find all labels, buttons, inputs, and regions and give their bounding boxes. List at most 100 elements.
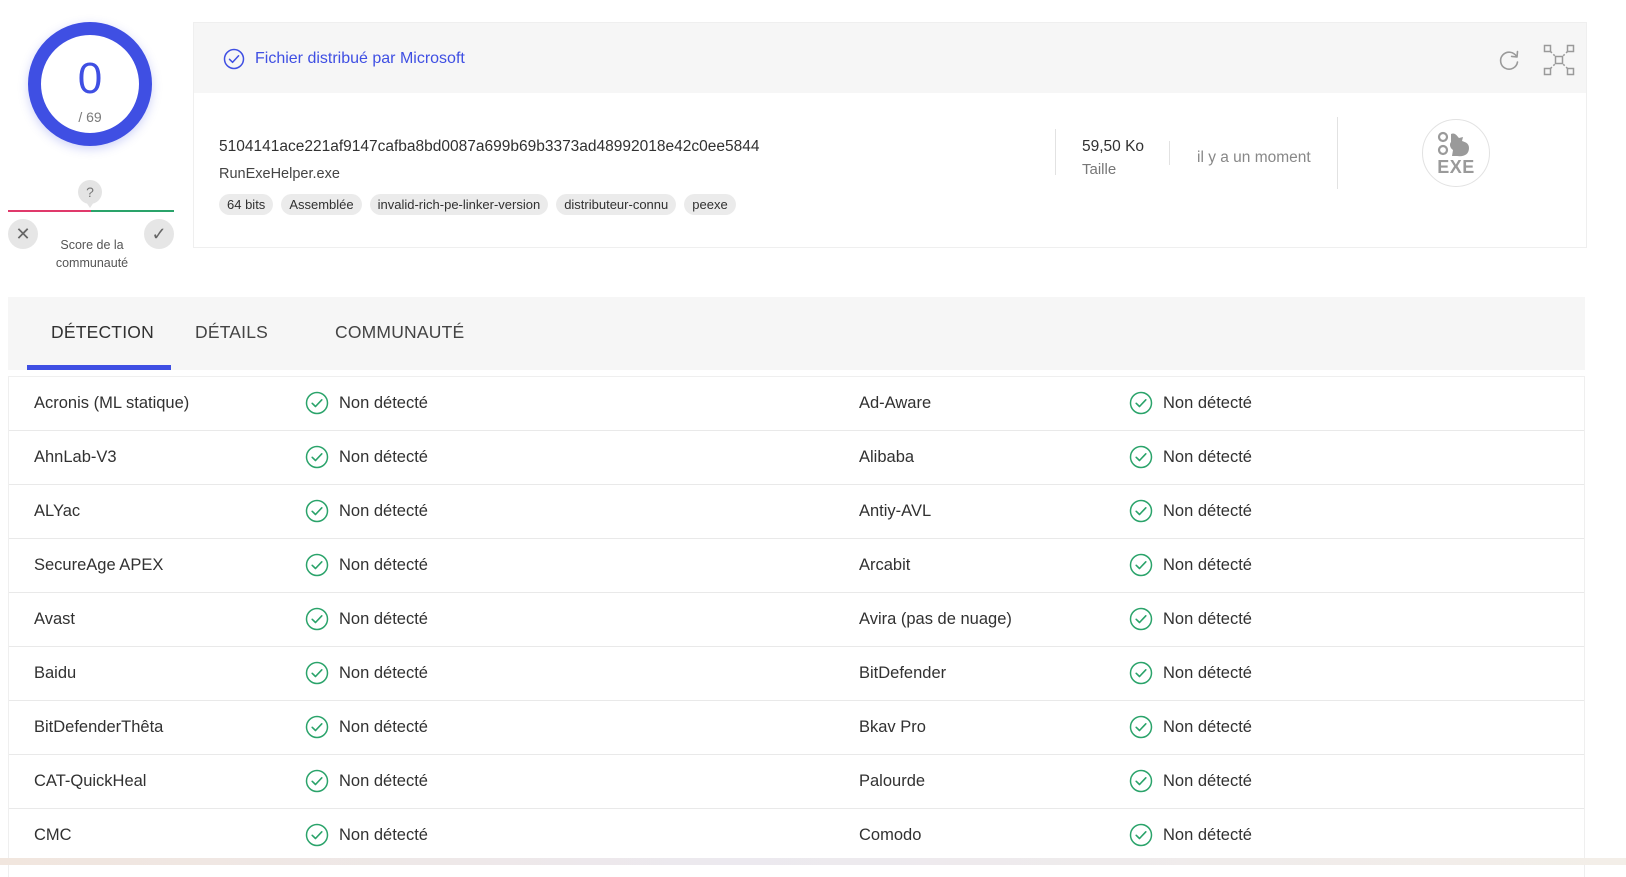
file-size-value: 59,50 Ko <box>1082 138 1145 155</box>
check-circle-icon <box>223 48 245 70</box>
tag-peexe[interactable]: peexe <box>684 194 736 215</box>
check-circle-icon <box>1129 769 1153 793</box>
check-circle-icon <box>305 391 329 415</box>
community-score-bar <box>8 210 174 212</box>
vote-harmful-button[interactable]: ✕ <box>8 219 38 249</box>
check-circle-icon <box>305 553 329 577</box>
tag-64-bits[interactable]: 64 bits <box>219 194 274 215</box>
check-circle-icon <box>305 445 329 469</box>
file-hash[interactable]: 5104141ace221af9147cafba8bd0087a699b69b3… <box>219 138 759 156</box>
check-circle-icon <box>1129 607 1153 631</box>
detection-result: Non détecté <box>1163 502 1252 520</box>
active-tab-indicator <box>27 365 171 370</box>
engine-name: Baidu <box>34 664 77 682</box>
detection-result: Non détecté <box>1163 664 1252 682</box>
detection-row: CMC Non détecté Comodo Non détecté <box>9 809 1584 863</box>
community-score-label: Score de la communauté <box>55 238 129 270</box>
tag-assembly[interactable]: Assemblée <box>281 194 362 215</box>
detection-row: ALYac Non détecté Antiy-AVL Non détecté <box>9 485 1584 539</box>
detection-row: SecureAge APEX Non détecté Arcabit Non déte… <box>9 539 1584 593</box>
verified-publisher-text[interactable]: Fichier distribué par Microsoft <box>255 50 465 68</box>
divider <box>1055 129 1056 175</box>
check-circle-icon <box>305 823 329 847</box>
detection-result: Non détecté <box>1163 772 1252 790</box>
detection-row: BitDefenderThêta Non détecté Bkav Pro Non d… <box>9 701 1584 755</box>
detection-result: Non détecté <box>339 826 428 844</box>
graph-view-icon[interactable] <box>1543 44 1575 76</box>
engine-name: Bkav Pro <box>859 718 926 736</box>
check-circle-icon <box>305 499 329 523</box>
file-summary-card: Fichier distribué par Microsoft 5104141a… <box>193 22 1587 248</box>
check-circle-icon <box>1129 715 1153 739</box>
check-circle-icon <box>1129 661 1153 685</box>
detection-row: Avast Non détecté Avira (pas de nuage) Non … <box>9 593 1584 647</box>
detection-result: Non détecté <box>1163 718 1252 736</box>
vote-harmless-button[interactable]: ✓ <box>144 219 174 249</box>
check-circle-icon <box>1129 391 1153 415</box>
tab-details[interactable]: DÉTAILS <box>195 322 268 343</box>
file-name: RunExeHelper.exe <box>219 166 340 182</box>
file-type-label: EXE <box>1437 157 1475 177</box>
analysis-date: il y a un moment <box>1197 149 1311 166</box>
engine-name: Alibaba <box>859 448 915 466</box>
detection-result: Non détecté <box>339 664 428 682</box>
community-score-bubble: ? <box>78 180 102 208</box>
detection-result: Non détecté <box>1163 610 1252 628</box>
check-circle-icon <box>305 715 329 739</box>
engine-name: CAT-QuickHeal <box>34 772 147 790</box>
detection-result: Non détecté <box>1163 556 1252 574</box>
gears-icon <box>1437 131 1469 157</box>
check-circle-icon <box>1129 445 1153 469</box>
detection-row: Baidu Non détecté BitDefender Non détecté <box>9 647 1584 701</box>
tab-community[interactable]: COMMUNAUTÉ <box>335 322 464 343</box>
check-circle-icon <box>1129 499 1153 523</box>
engine-name: Avast <box>34 610 75 628</box>
engine-name: Ad-Aware <box>859 394 932 412</box>
engine-name: Avira (pas de nuage) <box>859 610 1012 628</box>
engine-name: Arcabit <box>859 556 911 574</box>
file-tags: 64 bits Assemblée invalid-rich-pe-linker… <box>219 194 736 215</box>
detection-result: Non détecté <box>339 556 428 574</box>
file-size-label: Taille <box>1082 161 1117 178</box>
tag-invalid-rich-pe-linker-version[interactable]: invalid-rich-pe-linker-version <box>369 194 549 215</box>
detection-count: 0 <box>77 54 103 103</box>
detection-row: AhnLab-V3 Non détecté Alibaba Non détecté <box>9 431 1584 485</box>
detection-result: Non détecté <box>339 718 428 736</box>
detection-row: Acronis (ML statique) Non détecté Ad-Aware… <box>9 377 1584 431</box>
engine-total: / 69 <box>78 109 102 125</box>
refresh-icon[interactable] <box>1496 47 1522 73</box>
engine-name: AhnLab-V3 <box>34 448 117 466</box>
detection-table: Acronis (ML statique) Non détecté Ad-Aware… <box>8 376 1585 877</box>
divider <box>1169 141 1170 165</box>
divider <box>1337 117 1338 189</box>
engine-name: Comodo <box>859 826 922 844</box>
file-card-header: Fichier distribué par Microsoft <box>194 23 1586 93</box>
engine-name: SecureAge APEX <box>34 556 164 574</box>
check-circle-icon <box>305 661 329 685</box>
detection-result: Non détecté <box>1163 394 1252 412</box>
check-circle-icon <box>1129 823 1153 847</box>
tab-detection[interactable]: DÉTECTION <box>51 322 154 343</box>
detection-result: Non détecté <box>339 448 428 466</box>
detection-result: Non détecté <box>339 772 428 790</box>
detection-row: CAT-QuickHeal Non détecté Palourde Non déte… <box>9 755 1584 809</box>
engine-name: Palourde <box>859 772 926 790</box>
engine-name: Antiy-AVL <box>859 502 932 520</box>
tag-known-distributor[interactable]: distributeur-connu <box>556 194 677 215</box>
engine-name: Acronis (ML statique) <box>34 394 190 412</box>
detection-score-ring: 0 / 69 <box>28 22 152 146</box>
engine-name: BitDefender <box>859 664 947 682</box>
check-circle-icon <box>305 769 329 793</box>
detection-result: Non détecté <box>339 502 428 520</box>
report-tabs: DÉTECTION DÉTAILS COMMUNAUTÉ <box>8 297 1585 370</box>
file-type-badge: EXE <box>1422 119 1490 187</box>
detection-result: Non détecté <box>339 610 428 628</box>
detection-result: Non détecté <box>1163 826 1252 844</box>
check-circle-icon <box>1129 553 1153 577</box>
check-circle-icon <box>305 607 329 631</box>
engine-name: ALYac <box>34 502 81 520</box>
detection-result: Non détecté <box>339 394 428 412</box>
detection-result: Non détecté <box>1163 448 1252 466</box>
engine-name: BitDefenderThêta <box>34 718 164 736</box>
bottom-edge <box>0 858 1626 865</box>
